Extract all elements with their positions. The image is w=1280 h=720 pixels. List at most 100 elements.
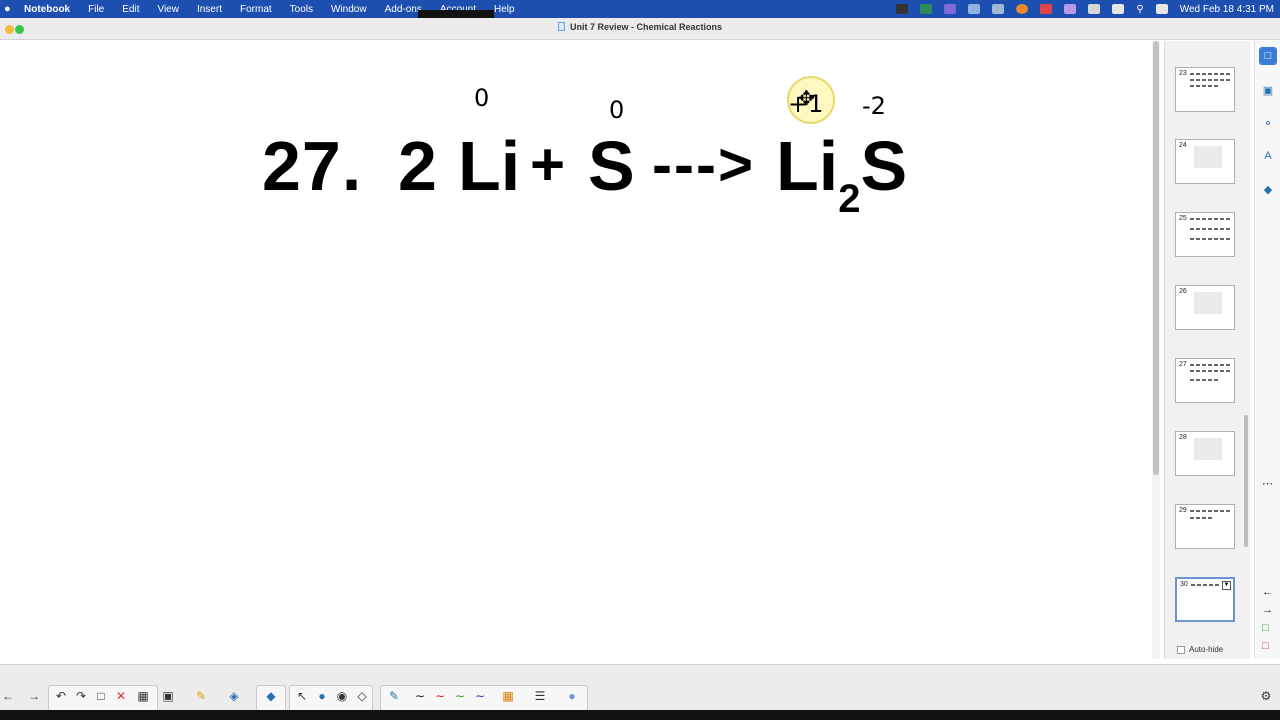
menu-view[interactable]: View: [148, 4, 188, 15]
color-palette-icon[interactable]: ▦: [500, 688, 516, 704]
wifi-icon[interactable]: [1112, 4, 1125, 14]
green-pen-icon[interactable]: ∼: [452, 688, 468, 704]
autohide-checkbox[interactable]: [1177, 645, 1185, 654]
apple-menu-icon[interactable]: ●: [0, 3, 16, 15]
next-page-icon[interactable]: →: [1262, 604, 1273, 616]
status-volume-icon[interactable]: [1088, 4, 1101, 14]
window-title-text: Unit 7 Review - Chemical Reactions: [569, 22, 723, 32]
status-red-icon[interactable]: [1040, 4, 1053, 14]
status-clipboard-icon[interactable]: [992, 4, 1005, 14]
status-sync-icon[interactable]: [920, 4, 933, 14]
settings-gear-icon[interactable]: ⚙: [1258, 688, 1274, 704]
add-ons-icon[interactable]: ◆: [263, 688, 279, 704]
status-window-icon[interactable]: [1064, 4, 1077, 14]
menu-format[interactable]: Format: [231, 4, 281, 15]
clock[interactable]: Wed Feb 18 4:31 PM: [1180, 4, 1274, 15]
activity-builder-icon[interactable]: ✎: [193, 688, 209, 704]
line-style-icon[interactable]: ☰: [532, 688, 548, 704]
menu-app-name[interactable]: Notebook: [16, 4, 79, 15]
page-thumbnail[interactable]: 25: [1175, 212, 1235, 257]
control-center-icon[interactable]: [1155, 4, 1168, 14]
page-thumbnail[interactable]: 29: [1175, 504, 1235, 549]
whiteboard-canvas[interactable]: [0, 41, 1150, 659]
status-area: ⚲ Wed Feb 18 4:31 PM: [896, 0, 1274, 18]
sorter-scrollbar[interactable]: [1244, 415, 1248, 547]
page-thumbnail[interactable]: 24: [1175, 139, 1235, 184]
previous-page-icon[interactable]: ←: [1262, 586, 1273, 598]
page-number: 23: [1179, 70, 1187, 77]
question-number: 27.: [262, 127, 363, 205]
paste-icon[interactable]: □: [93, 688, 109, 704]
page-thumbnail[interactable]: 27: [1175, 358, 1235, 403]
page-number: 27: [1179, 361, 1187, 368]
next-page-button[interactable]: →: [26, 688, 42, 704]
select-arrow-icon[interactable]: ↖: [294, 688, 310, 704]
previous-page-button[interactable]: ←: [0, 688, 16, 704]
menu-file[interactable]: File: [79, 4, 113, 15]
thumbnail-menu-icon[interactable]: ▼: [1222, 581, 1231, 590]
page-thumbnail[interactable]: 23: [1175, 67, 1235, 112]
thumb-content: [1190, 73, 1230, 75]
shapes-icon[interactable]: ●: [314, 688, 330, 704]
menu-bar: ● Notebook File Edit View Insert Format …: [0, 0, 1280, 18]
search-icon[interactable]: ⚲: [1136, 4, 1143, 15]
thumb-content: [1190, 510, 1230, 512]
add-page-icon[interactable]: □: [1262, 622, 1269, 634]
thumb-content: [1190, 79, 1230, 81]
page-sorter-panel: 23 24 25 26 27 28 29 30 ▼ Auto-hide: [1164, 41, 1250, 659]
thumb-content: [1190, 218, 1230, 220]
canvas-scrollbar[interactable]: [1152, 41, 1160, 659]
status-orange-icon[interactable]: [1016, 4, 1029, 14]
red-pen-icon[interactable]: ∼: [432, 688, 448, 704]
delete-page-icon[interactable]: □: [1262, 640, 1269, 652]
page-thumbnail[interactable]: 26: [1175, 285, 1235, 330]
thumb-content: [1190, 238, 1230, 240]
redo-icon[interactable]: ↷: [73, 688, 89, 704]
eraser-icon[interactable]: ◇: [354, 688, 370, 704]
product-formula: Li2S: [776, 126, 907, 221]
lab-icon[interactable]: ◈: [226, 688, 242, 704]
page-number: 29: [1179, 507, 1187, 514]
thumb-content: [1191, 584, 1219, 586]
properties-icon[interactable]: ●: [564, 688, 580, 704]
table-icon[interactable]: ▦: [135, 688, 151, 704]
thumb-content: [1194, 292, 1222, 314]
properties-tab-icon[interactable]: A: [1259, 147, 1277, 165]
status-app-icon[interactable]: [896, 4, 909, 14]
gallery-tab-icon[interactable]: ▣: [1259, 81, 1277, 99]
page-thumbnail[interactable]: 28: [1175, 431, 1235, 476]
menu-insert[interactable]: Insert: [188, 4, 231, 15]
page-number: 24: [1179, 142, 1187, 149]
page-thumbnail-selected[interactable]: 30 ▼: [1175, 577, 1235, 622]
reaction-arrow: --->: [652, 131, 755, 198]
product-li: Li: [776, 127, 839, 205]
screen-bottom-edge: [0, 710, 1280, 720]
thumb-content: [1190, 228, 1230, 230]
pen-icon[interactable]: ✎: [386, 688, 402, 704]
oxidation-number-li: 0: [474, 84, 490, 112]
more-icon[interactable]: ⋯: [1262, 477, 1273, 490]
thumb-content: [1194, 146, 1222, 168]
delete-icon[interactable]: ✕: [113, 688, 129, 704]
status-display-icon[interactable]: [968, 4, 981, 14]
black-pen-icon[interactable]: ∼: [412, 688, 428, 704]
status-screen-icon[interactable]: [944, 4, 957, 14]
menu-tools[interactable]: Tools: [281, 4, 322, 15]
screen-shade-icon[interactable]: ▣: [160, 688, 176, 704]
blue-pen-icon[interactable]: ∼: [472, 688, 488, 704]
attachments-tab-icon[interactable]: ⚬: [1259, 114, 1277, 132]
add-ons-tab-icon[interactable]: ◆: [1259, 180, 1277, 198]
document-icon: [557, 22, 565, 31]
autohide-toggle[interactable]: Auto-hide: [1177, 645, 1223, 654]
canvas-scrollbar-thumb[interactable]: [1153, 41, 1159, 475]
oxidation-number-s-product: -2: [862, 92, 886, 120]
fill-icon[interactable]: ◉: [334, 688, 350, 704]
page-sorter-tab-icon[interactable]: □: [1259, 47, 1277, 65]
undo-icon[interactable]: ↶: [53, 688, 69, 704]
window-title: Unit 7 Review - Chemical Reactions: [0, 22, 1280, 32]
menu-window[interactable]: Window: [322, 4, 376, 15]
plus-sign: +: [530, 131, 566, 198]
menu-edit[interactable]: Edit: [113, 4, 148, 15]
thumb-content: [1190, 517, 1212, 519]
page-number: 26: [1179, 288, 1187, 295]
